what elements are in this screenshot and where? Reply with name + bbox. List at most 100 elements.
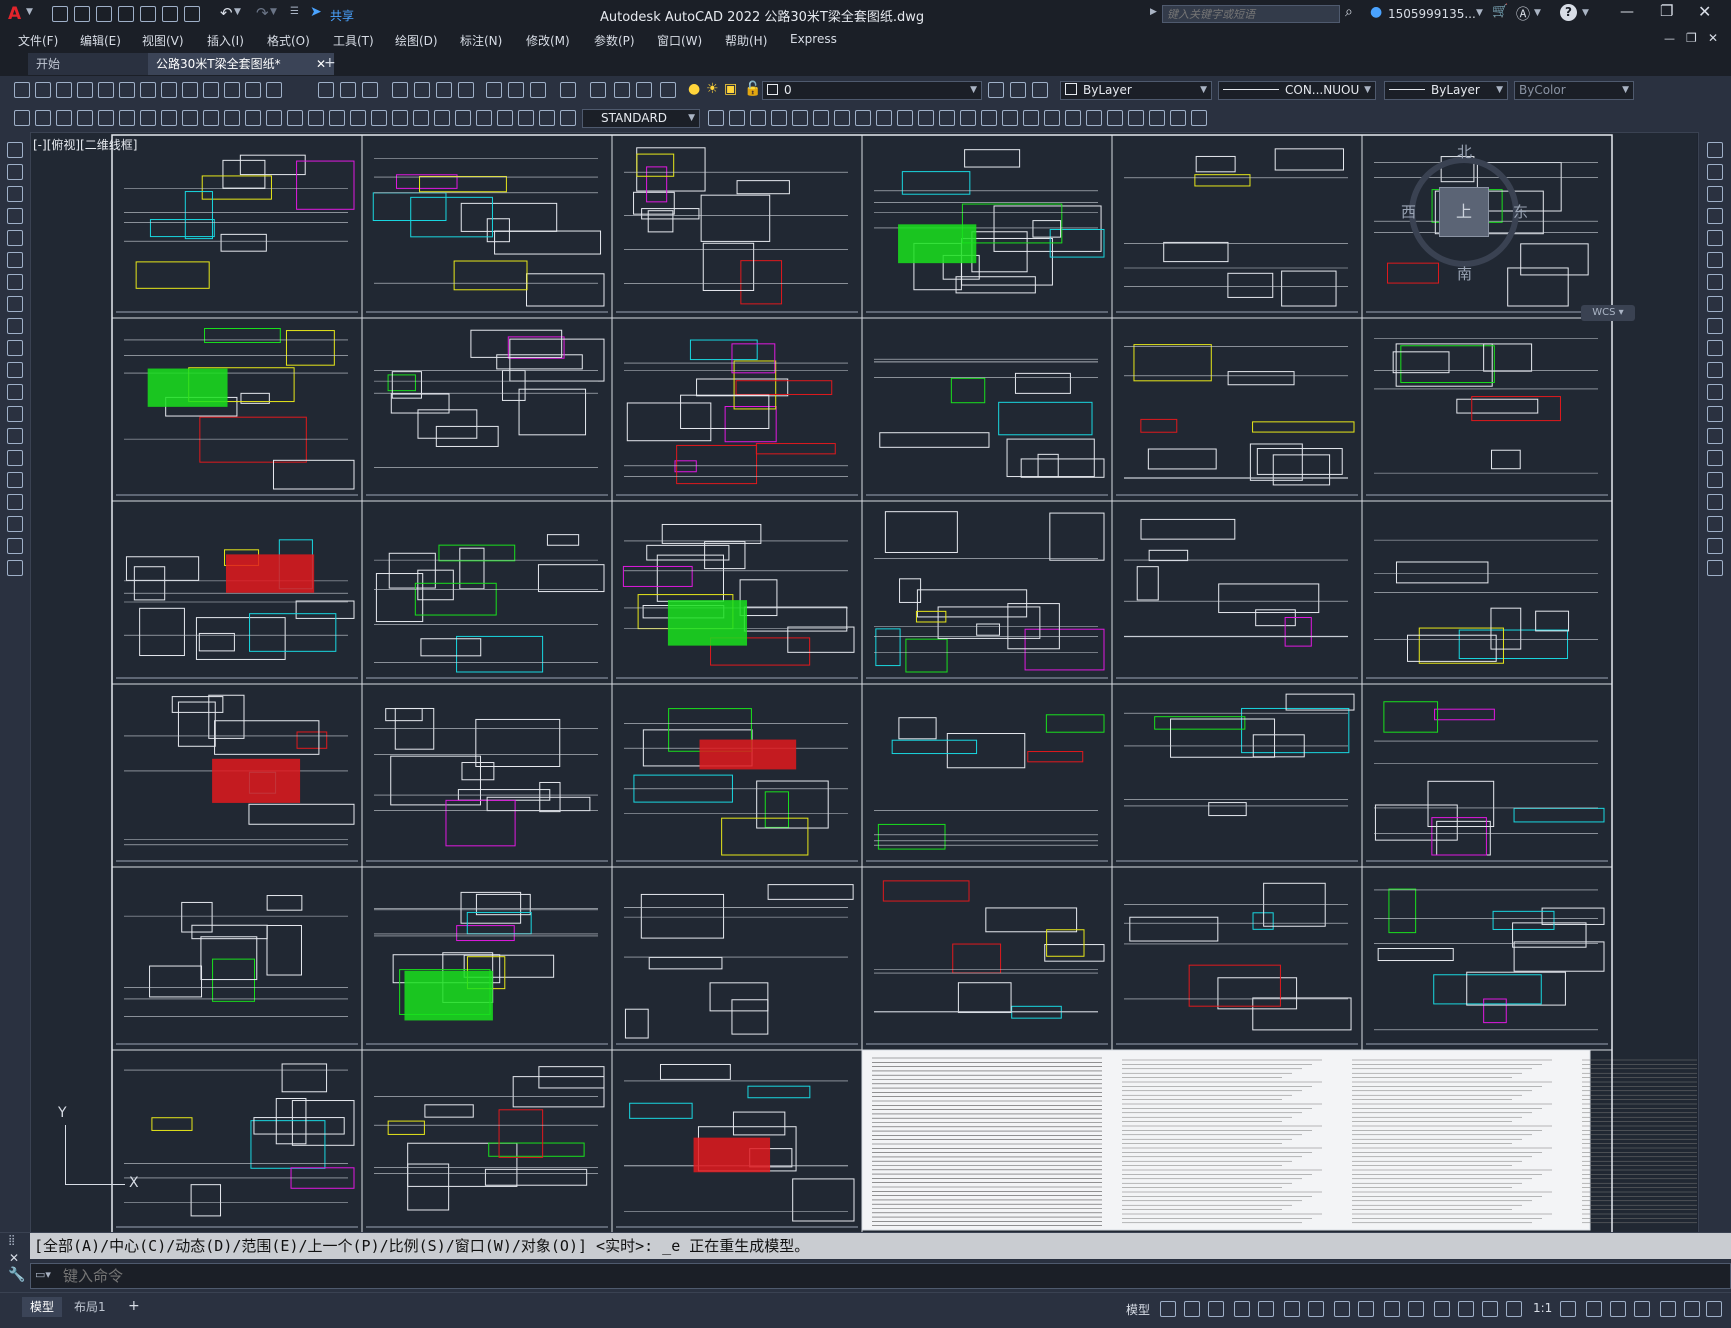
modify-tool-icon[interactable]: [1707, 516, 1723, 532]
draw-tool-icon[interactable]: [7, 494, 23, 510]
view-tool-icon[interactable]: [960, 110, 976, 126]
viewcube-face-top[interactable]: 上: [1439, 187, 1489, 237]
standard-tool-icon[interactable]: [224, 82, 240, 98]
status-toggle-icon[interactable]: [1458, 1301, 1474, 1317]
view-tool-icon[interactable]: [750, 110, 766, 126]
standard-tool-icon[interactable]: [614, 82, 630, 98]
standard-tool-icon[interactable]: [486, 82, 502, 98]
standard-tool-icon[interactable]: [161, 82, 177, 98]
user-dropdown-icon[interactable]: ▼: [1476, 8, 1483, 18]
modify-tool-icon[interactable]: [1707, 384, 1723, 400]
modify-tool-icon[interactable]: [1707, 296, 1723, 312]
view-tool-icon[interactable]: [855, 110, 871, 126]
standard-tool-icon[interactable]: [340, 82, 356, 98]
status-toggle-icon[interactable]: [1560, 1301, 1576, 1317]
menu-insert[interactable]: 插入(I): [207, 32, 244, 49]
command-customize-icon[interactable]: 🔧: [8, 1267, 25, 1283]
menu-view[interactable]: 视图(V): [142, 32, 184, 49]
standard-tool-icon[interactable]: [203, 82, 219, 98]
view-tool-icon[interactable]: [897, 110, 913, 126]
draw-tool-icon[interactable]: [7, 406, 23, 422]
dimension-tool-icon[interactable]: [434, 110, 450, 126]
menu-express[interactable]: Express: [790, 32, 837, 46]
dimension-tool-icon[interactable]: [77, 110, 93, 126]
share-icon[interactable]: ➤: [310, 4, 322, 20]
doc-close-icon[interactable]: ✕: [1708, 31, 1718, 45]
view-tool-icon[interactable]: [1170, 110, 1186, 126]
menu-file[interactable]: 文件(F): [18, 32, 58, 49]
search-input[interactable]: [1163, 6, 1341, 22]
draw-tool-icon[interactable]: [7, 296, 23, 312]
new-file-icon[interactable]: [52, 6, 68, 22]
dimension-tool-icon[interactable]: [413, 110, 429, 126]
view-tool-icon[interactable]: [1086, 110, 1102, 126]
view-tool-icon[interactable]: [1023, 110, 1039, 126]
standard-tool-icon[interactable]: [458, 82, 474, 98]
view-tool-icon[interactable]: [918, 110, 934, 126]
dimension-tool-icon[interactable]: [203, 110, 219, 126]
modify-tool-icon[interactable]: [1707, 340, 1723, 356]
status-toggle-icon[interactable]: [1408, 1301, 1424, 1317]
modify-tool-icon[interactable]: [1707, 472, 1723, 488]
menu-help[interactable]: 帮助(H): [725, 32, 767, 49]
command-close-icon[interactable]: ✕: [9, 1251, 19, 1265]
app-menu-chevron-icon[interactable]: ▼: [26, 7, 33, 17]
standard-tool-icon[interactable]: [590, 82, 606, 98]
wcs-menu[interactable]: WCS ▾: [1581, 305, 1635, 321]
status-toggle-icon[interactable]: [1160, 1301, 1176, 1317]
save-web-icon[interactable]: [162, 6, 178, 22]
command-prompt-icon[interactable]: ▭▾: [35, 1268, 51, 1281]
dimension-tool-icon[interactable]: [518, 110, 534, 126]
status-toggle-icon[interactable]: [1258, 1301, 1274, 1317]
status-toggle-icon[interactable]: [1634, 1301, 1650, 1317]
dimension-tool-icon[interactable]: [140, 110, 156, 126]
dimension-tool-icon[interactable]: [371, 110, 387, 126]
add-layout-button[interactable]: +: [128, 1298, 140, 1314]
standard-tool-icon[interactable]: [266, 82, 282, 98]
draw-tool-icon[interactable]: [7, 274, 23, 290]
redo-icon[interactable]: ↷: [256, 4, 269, 22]
standard-tool-icon[interactable]: [530, 82, 546, 98]
standard-tool-icon[interactable]: [560, 82, 576, 98]
modify-tool-icon[interactable]: [1707, 230, 1723, 246]
standard-tool-icon[interactable]: [362, 82, 378, 98]
menu-modify[interactable]: 修改(M): [526, 32, 570, 49]
dimension-tool-icon[interactable]: [245, 110, 261, 126]
standard-tool-icon[interactable]: [140, 82, 156, 98]
layer-vp-icon[interactable]: ▣: [724, 81, 737, 97]
dimension-tool-icon[interactable]: [308, 110, 324, 126]
modify-tool-icon[interactable]: [1707, 186, 1723, 202]
modify-tool-icon[interactable]: [1707, 164, 1723, 180]
customize-qat-icon[interactable]: ☰: [290, 6, 299, 17]
standard-tool-icon[interactable]: [414, 82, 430, 98]
standard-tool-icon[interactable]: [56, 82, 72, 98]
new-tab-button[interactable]: +: [324, 55, 336, 71]
standard-tool-icon[interactable]: [245, 82, 261, 98]
compass-south[interactable]: 南: [1457, 263, 1472, 284]
modify-tool-icon[interactable]: [1707, 450, 1723, 466]
dimension-tool-icon[interactable]: [476, 110, 492, 126]
menu-window[interactable]: 窗口(W): [657, 32, 702, 49]
draw-tool-icon[interactable]: [7, 362, 23, 378]
autocad-logo[interactable]: A: [8, 4, 21, 24]
save-icon[interactable]: [96, 6, 112, 22]
drawing-canvas[interactable]: [-][俯视][二维线框] 北 南 东 西 上 WCS ▾ Y X: [31, 133, 1697, 1233]
textstyle-dropdown[interactable]: STANDARD ▼: [582, 109, 700, 128]
layer-previous-icon[interactable]: [1010, 82, 1026, 98]
status-toggle-icon[interactable]: [1660, 1301, 1676, 1317]
standard-tool-icon[interactable]: [35, 82, 51, 98]
doc-restore-icon[interactable]: ❐: [1686, 31, 1697, 45]
compass-west[interactable]: 西: [1401, 201, 1416, 222]
status-toggle-icon[interactable]: [1586, 1301, 1602, 1317]
view-tool-icon[interactable]: [939, 110, 955, 126]
status-toggle-icon[interactable]: [1506, 1301, 1522, 1317]
command-input-box[interactable]: ▭▾: [30, 1263, 1731, 1289]
dimension-tool-icon[interactable]: [287, 110, 303, 126]
modify-tool-icon[interactable]: [1707, 208, 1723, 224]
open-web-icon[interactable]: [140, 6, 156, 22]
help-icon[interactable]: ?: [1560, 4, 1577, 21]
view-tool-icon[interactable]: [1149, 110, 1165, 126]
dimension-tool-icon[interactable]: [56, 110, 72, 126]
dimension-tool-icon[interactable]: [119, 110, 135, 126]
standard-tool-icon[interactable]: [660, 82, 676, 98]
